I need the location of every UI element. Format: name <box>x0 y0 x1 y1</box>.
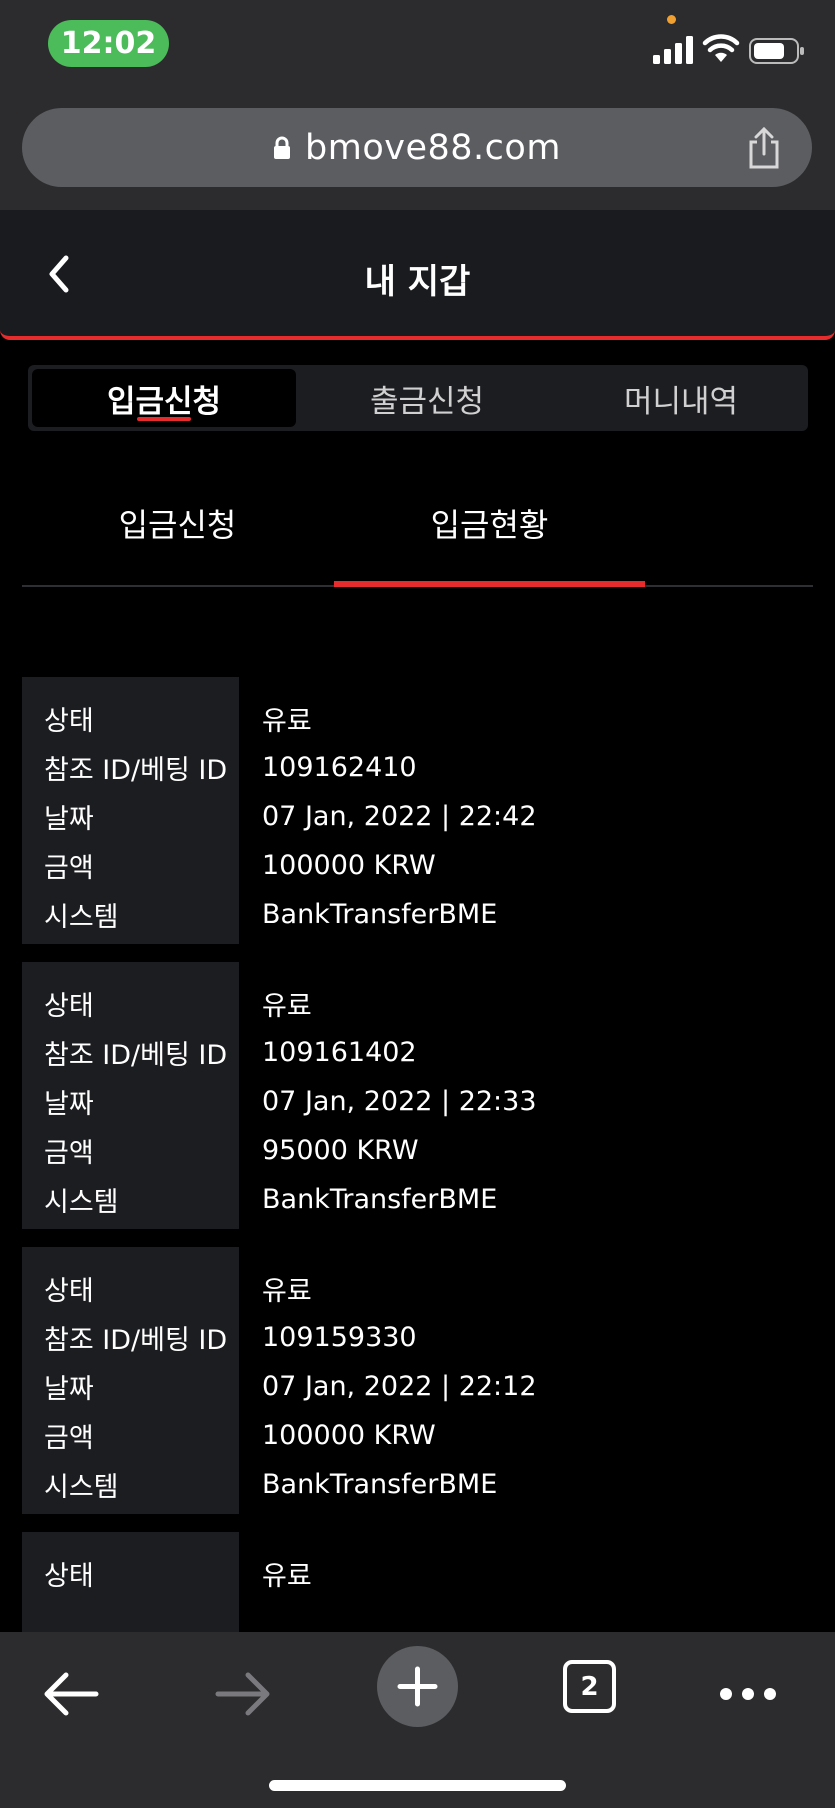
field-label: 상태 <box>44 706 94 737</box>
record-row-system: 시스템 BankTransferBME <box>22 1175 813 1224</box>
tab-label: 머니내역 <box>623 383 739 420</box>
plus-icon <box>397 1666 438 1707</box>
field-value: 07 Jan, 2022 | 22:33 <box>262 1086 537 1117</box>
field-label: 참조 ID/베팅 ID <box>44 755 228 786</box>
field-label: 날짜 <box>44 1374 94 1405</box>
field-value: 100000 KRW <box>262 850 436 881</box>
back-arrow-icon[interactable] <box>42 1662 100 1726</box>
tab-label: 입금신청 <box>106 383 222 420</box>
field-label: 날짜 <box>44 804 94 835</box>
record-row-system: 시스템 BankTransferBME <box>22 1460 813 1509</box>
field-value: 109159330 <box>262 1322 417 1353</box>
record-row-date: 날짜 07 Jan, 2022 | 22:33 <box>22 1077 813 1126</box>
tab-deposit-request[interactable]: 입금신청 <box>32 369 296 427</box>
field-label: 시스템 <box>44 902 119 933</box>
field-value: 유료 <box>262 706 312 737</box>
field-value: BankTransferBME <box>262 1184 498 1215</box>
field-label: 참조 ID/베팅 ID <box>44 1325 228 1356</box>
record-row-status: 상태 유료 <box>22 1264 813 1313</box>
status-time: 12:02 <box>48 20 169 67</box>
tab-withdraw-request[interactable]: 출금신청 <box>300 365 554 431</box>
record-row-amount: 금액 100000 KRW <box>22 1411 813 1460</box>
record-row-ref-id: 참조 ID/베팅 ID 109159330 <box>22 1313 813 1362</box>
tab-money-history[interactable]: 머니내역 <box>554 365 808 431</box>
privacy-indicator-dot <box>667 15 676 24</box>
sub-tabs: 입금신청 입금현황 <box>22 470 813 587</box>
more-options-icon[interactable] <box>718 1662 778 1726</box>
record-row-status: 상태 유료 <box>22 979 813 1028</box>
field-value: 109161402 <box>262 1037 417 1068</box>
field-value: 07 Jan, 2022 | 22:12 <box>262 1371 537 1402</box>
new-tab-button[interactable] <box>377 1646 458 1727</box>
tab-label: 출금신청 <box>369 383 485 420</box>
record-row-system: 시스템 BankTransferBME <box>22 890 813 939</box>
app-header: 내 지갑 <box>0 210 835 340</box>
forward-arrow-icon[interactable] <box>214 1662 272 1726</box>
field-label: 금액 <box>44 1423 94 1454</box>
record-row-amount: 금액 100000 KRW <box>22 841 813 890</box>
field-label: 금액 <box>44 1138 94 1169</box>
record-row-date: 날짜 07 Jan, 2022 | 22:42 <box>22 792 813 841</box>
field-value: 유료 <box>262 1276 312 1307</box>
record-row-ref-id: 참조 ID/베팅 ID 109161402 <box>22 1028 813 1077</box>
record-row-status: 상태 유료 <box>22 694 813 743</box>
field-label: 상태 <box>44 1276 94 1307</box>
field-value: 유료 <box>262 1561 312 1592</box>
status-bar: 12:02 <box>0 0 835 96</box>
main-tabs: 입금신청 출금신청 머니내역 <box>28 365 808 431</box>
home-indicator <box>269 1780 566 1791</box>
deposit-record-list: 상태 유료 참조 ID/베팅 ID 109162410 날짜 07 Jan, 2022… <box>22 677 813 1632</box>
field-label: 금액 <box>44 853 94 884</box>
subtab-deposit-status[interactable]: 입금현황 <box>334 470 645 587</box>
browser-bottom-bar: 2 <box>0 1632 835 1808</box>
field-value: 95000 KRW <box>262 1135 419 1166</box>
share-icon[interactable] <box>746 126 782 170</box>
deposit-record: 상태 유료 참조 ID/베팅 ID 109159330 날짜 07 Jan, 2022… <box>22 1247 813 1514</box>
cellular-signal-icon <box>653 36 693 64</box>
field-value: 유료 <box>262 991 312 1022</box>
page-title: 내 지갑 <box>364 262 471 302</box>
field-label: 시스템 <box>44 1187 119 1218</box>
record-row-ref-id: 참조 ID/베팅 ID 109162410 <box>22 743 813 792</box>
tab-switcher-button[interactable]: 2 <box>563 1660 616 1713</box>
record-row-amount: 금액 95000 KRW <box>22 1126 813 1175</box>
address-bar[interactable]: bmove88.com <box>22 108 812 187</box>
field-label: 시스템 <box>44 1472 119 1503</box>
field-label: 참조 ID/베팅 ID <box>44 1040 228 1071</box>
field-value: BankTransferBME <box>262 1469 498 1500</box>
battery-icon <box>749 38 804 64</box>
subtab-deposit-request[interactable]: 입금신청 <box>22 470 333 585</box>
record-row-date: 날짜 07 Jan, 2022 | 22:12 <box>22 1362 813 1411</box>
deposit-record: 상태 유료 참조 ID/베팅 ID 109161402 날짜 07 Jan, 2022… <box>22 962 813 1229</box>
deposit-record: 상태 유료 <box>22 1532 813 1632</box>
record-row-status: 상태 유료 <box>22 1549 813 1598</box>
field-value: 109162410 <box>262 752 417 783</box>
field-label: 상태 <box>44 1561 94 1592</box>
deposit-record: 상태 유료 참조 ID/베팅 ID 109162410 날짜 07 Jan, 2022… <box>22 677 813 944</box>
field-label: 상태 <box>44 991 94 1022</box>
field-value: 07 Jan, 2022 | 22:42 <box>262 801 537 832</box>
active-tab-indicator <box>137 417 191 421</box>
field-value: BankTransferBME <box>262 899 498 930</box>
browser-toolbar: bmove88.com <box>0 96 835 210</box>
wifi-icon <box>702 34 740 62</box>
lock-icon <box>274 136 291 159</box>
url-text: bmove88.com <box>305 127 561 168</box>
field-value: 100000 KRW <box>262 1420 436 1451</box>
field-label: 날짜 <box>44 1089 94 1120</box>
